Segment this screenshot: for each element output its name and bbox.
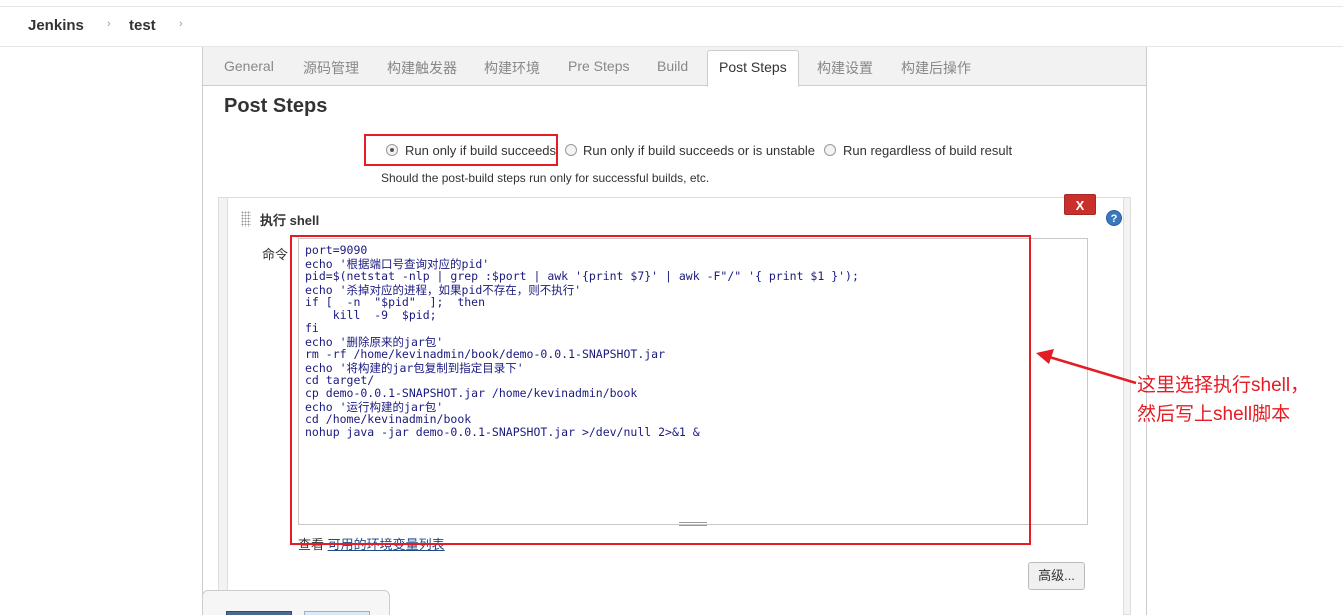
drag-handle-icon[interactable] <box>241 211 251 227</box>
tab-post-steps[interactable]: Post Steps <box>707 50 799 87</box>
tab-build-settings[interactable]: 构建设置 <box>817 58 873 78</box>
delete-step-button[interactable]: X <box>1064 194 1096 215</box>
shell-step-title: 执行 shell <box>260 213 320 228</box>
tab-general[interactable]: General <box>224 58 274 74</box>
radio-label-regardless[interactable]: Run regardless of build result <box>843 143 1012 158</box>
chevron-right-icon[interactable]: › <box>107 18 111 30</box>
apply-button[interactable] <box>304 611 370 615</box>
tab-build[interactable]: Build <box>657 58 688 74</box>
breadcrumb-test[interactable]: test <box>129 17 156 34</box>
highlight-box-radio <box>364 134 558 166</box>
arrow-icon <box>1036 349 1137 385</box>
radio-run-regardless[interactable] <box>824 144 836 156</box>
post-steps-hint: Should the post-build steps run only for… <box>381 171 710 185</box>
tab-pre-steps[interactable]: Pre Steps <box>568 58 629 74</box>
bottom-action-bar <box>202 590 390 615</box>
tab-build-environment[interactable]: 构建环境 <box>484 58 540 78</box>
breadcrumb-bar: Jenkins › test › <box>0 6 1343 47</box>
annotation-line-2: 然后写上shell脚本 <box>1137 404 1291 425</box>
tab-scm[interactable]: 源码管理 <box>303 58 359 78</box>
help-icon[interactable]: ? <box>1106 210 1122 226</box>
config-tabbar: General 源码管理 构建触发器 构建环境 Pre Steps Build … <box>203 47 1146 87</box>
jenkins-config-page: Jenkins › test › General 源码管理 构建触发器 构建环境… <box>0 0 1343 615</box>
tab-build-triggers[interactable]: 构建触发器 <box>387 58 457 78</box>
section-title: Post Steps <box>224 95 328 117</box>
command-label: 命令 <box>262 247 289 262</box>
breadcrumb-jenkins[interactable]: Jenkins <box>28 17 84 34</box>
save-button[interactable] <box>226 611 292 615</box>
radio-label-unstable[interactable]: Run only if build succeeds or is unstabl… <box>583 143 815 158</box>
highlight-box-script <box>290 235 1031 545</box>
annotation-line-1: 这里选择执行shell， <box>1137 375 1310 396</box>
tab-post-build-actions[interactable]: 构建后操作 <box>901 58 971 78</box>
annotation-text: 这里选择执行shell， 然后写上shell脚本 <box>1137 371 1343 429</box>
advanced-button[interactable]: 高级... <box>1028 562 1085 590</box>
radio-run-if-unstable[interactable] <box>565 144 577 156</box>
chevron-right-icon[interactable]: › <box>179 18 183 30</box>
